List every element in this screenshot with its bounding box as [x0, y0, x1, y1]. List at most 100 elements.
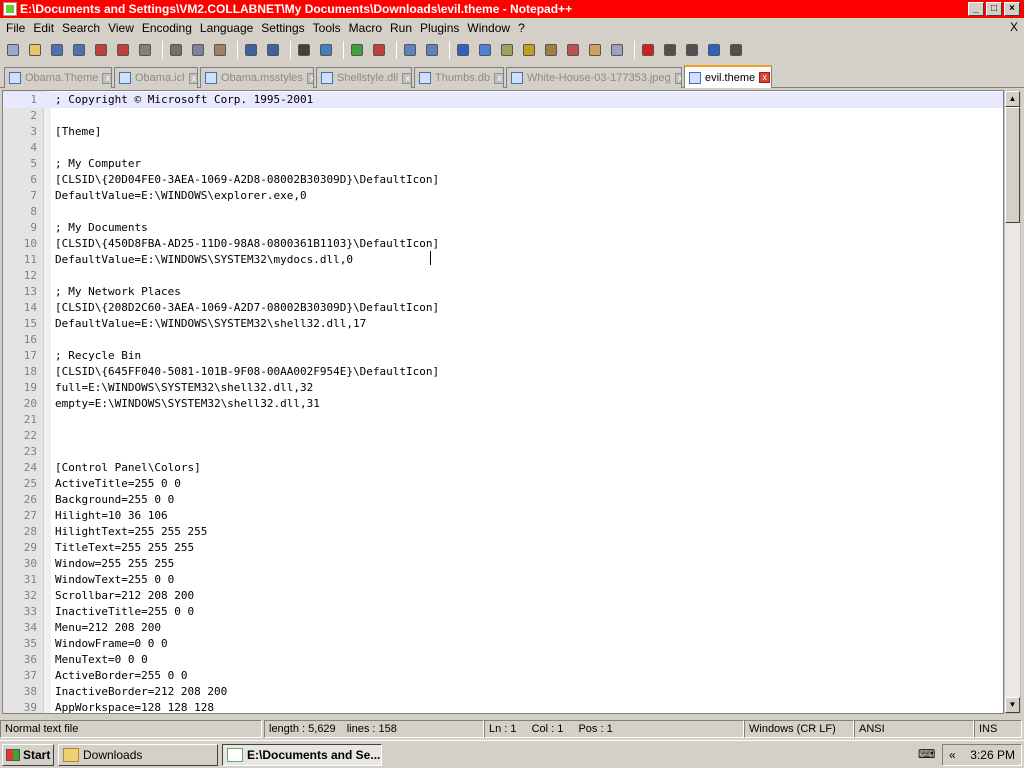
indent-guide-icon[interactable]	[498, 41, 516, 59]
editor-line[interactable]: 4	[3, 140, 1003, 156]
editor-line[interactable]: 19 full=E:\WINDOWS\SYSTEM32\shell32.dll,3…	[3, 380, 1003, 396]
editor-line[interactable]: 25 ActiveTitle=255 0 0	[3, 476, 1003, 492]
menu-plugins[interactable]: Plugins	[416, 21, 463, 35]
editor-line[interactable]: 8	[3, 204, 1003, 220]
menu-edit[interactable]: Edit	[29, 21, 58, 35]
monitor-icon[interactable]	[608, 41, 626, 59]
stop-macro-icon[interactable]	[661, 41, 679, 59]
print-icon[interactable]	[136, 41, 154, 59]
zoom-out-icon[interactable]	[370, 41, 388, 59]
menu-encoding[interactable]: Encoding	[138, 21, 196, 35]
editor-line[interactable]: 32 Scrollbar=212 208 200	[3, 588, 1003, 604]
minimize-button[interactable]: _	[968, 2, 984, 16]
cut-icon[interactable]	[167, 41, 185, 59]
clock[interactable]: 3:26 PM	[970, 748, 1015, 762]
editor-line[interactable]: 29 TitleText=255 255 255	[3, 540, 1003, 556]
zoom-in-icon[interactable]	[348, 41, 366, 59]
menu-window[interactable]: Window	[463, 21, 514, 35]
replace-icon[interactable]	[317, 41, 335, 59]
menu-tools[interactable]: Tools	[309, 21, 345, 35]
menu-search[interactable]: Search	[58, 21, 104, 35]
show-all-chars-icon[interactable]	[476, 41, 494, 59]
editor-line[interactable]: 34 Menu=212 208 200	[3, 620, 1003, 636]
record-macro-icon[interactable]	[639, 41, 657, 59]
menu-language[interactable]: Language	[196, 21, 257, 35]
undo-icon[interactable]	[242, 41, 260, 59]
notepadpp-app-icon[interactable]	[3, 2, 17, 16]
editor-line[interactable]: 5 ; My Computer	[3, 156, 1003, 172]
editor-line[interactable]: 28 HilightText=255 255 255	[3, 524, 1003, 540]
doc-map-icon[interactable]	[542, 41, 560, 59]
tab-obama-icl[interactable]: Obama.icl x	[114, 67, 198, 88]
close-window-button[interactable]: ×	[1004, 2, 1020, 16]
editor-line[interactable]: 10 [CLSID\{450D8FBA-AD25-11D0-98A8-080036…	[3, 236, 1003, 252]
editor-line[interactable]: 7 DefaultValue=E:\WINDOWS\explorer.exe,0	[3, 188, 1003, 204]
paste-icon[interactable]	[211, 41, 229, 59]
editor-line[interactable]: 23	[3, 444, 1003, 460]
maximize-button[interactable]: □	[986, 2, 1002, 16]
editor-line[interactable]: 20 empty=E:\WINDOWS\SYSTEM32\shell32.dll,…	[3, 396, 1003, 412]
tab-close-icon[interactable]: x	[674, 72, 681, 84]
editor-line[interactable]: 14 [CLSID\{208D2C60-3AEA-1069-A2D7-08002B…	[3, 300, 1003, 316]
play-multi-icon[interactable]	[705, 41, 723, 59]
editor-line[interactable]: 9 ; My Documents	[3, 220, 1003, 236]
menu-help[interactable]: ?	[514, 21, 529, 35]
tab-white-house-jpeg[interactable]: White-House-03-177353.jpeg x	[506, 67, 682, 88]
status-eol[interactable]: Windows (CR LF)	[744, 720, 854, 738]
save-macro-icon[interactable]	[727, 41, 745, 59]
tab-close-icon[interactable]: x	[402, 72, 411, 84]
tab-close-icon[interactable]: x	[188, 72, 197, 84]
close-icon[interactable]	[92, 41, 110, 59]
editor-line[interactable]: 13 ; My Network Places	[3, 284, 1003, 300]
menu-view[interactable]: View	[104, 21, 138, 35]
new-file-icon[interactable]	[4, 41, 22, 59]
editor-line[interactable]: 3 [Theme]	[3, 124, 1003, 140]
tab-obama-theme[interactable]: Obama.Theme x	[4, 67, 112, 88]
tab-close-icon[interactable]: x	[494, 72, 503, 84]
editor-line[interactable]: 18 [CLSID\{645FF040-5081-101B-9F08-00AA00…	[3, 364, 1003, 380]
copy-icon[interactable]	[189, 41, 207, 59]
vertical-scrollbar[interactable]: ▲ ▼	[1004, 90, 1021, 714]
menu-macro[interactable]: Macro	[345, 21, 386, 35]
editor-line[interactable]: 36 MenuText=0 0 0	[3, 652, 1003, 668]
editor-line[interactable]: 37 ActiveBorder=255 0 0	[3, 668, 1003, 684]
save-all-icon[interactable]	[70, 41, 88, 59]
taskbar-item-downloads[interactable]: Downloads	[58, 744, 218, 766]
taskbar-item-notepadpp[interactable]: E:\Documents and Se...	[222, 744, 382, 766]
word-wrap-icon[interactable]	[454, 41, 472, 59]
play-macro-icon[interactable]	[683, 41, 701, 59]
editor-line[interactable]: 17 ; Recycle Bin	[3, 348, 1003, 364]
menu-file[interactable]: File	[2, 21, 29, 35]
open-file-icon[interactable]	[26, 41, 44, 59]
sync-v-icon[interactable]	[401, 41, 419, 59]
editor-line[interactable]: 11 DefaultValue=E:\WINDOWS\SYSTEM32\mydoc…	[3, 252, 1003, 268]
close-document-button[interactable]: X	[1010, 20, 1018, 34]
tab-shellstyle-dll[interactable]: Shellstyle.dll x	[316, 67, 412, 88]
editor-line[interactable]: 1 ; Copyright © Microsoft Corp. 1995-2001	[3, 92, 1003, 108]
tab-close-icon[interactable]: x	[759, 72, 771, 83]
folder-workspace-icon[interactable]	[586, 41, 604, 59]
editor-line[interactable]: 39 AppWorkspace=128 128 128	[3, 700, 1003, 713]
editor-line[interactable]: 33 InactiveTitle=255 0 0	[3, 604, 1003, 620]
editor-line[interactable]: 26 Background=255 0 0	[3, 492, 1003, 508]
tab-obama-msstyles[interactable]: Obama.msstyles x	[200, 67, 314, 88]
close-all-icon[interactable]	[114, 41, 132, 59]
editor-line[interactable]: 22	[3, 428, 1003, 444]
editor-line[interactable]: 21	[3, 412, 1003, 428]
menu-run[interactable]: Run	[386, 21, 416, 35]
save-icon[interactable]	[48, 41, 66, 59]
tab-evil-theme[interactable]: evil.theme x	[684, 65, 772, 88]
scroll-thumb[interactable]	[1005, 107, 1020, 223]
find-icon[interactable]	[295, 41, 313, 59]
editor-line[interactable]: 2	[3, 108, 1003, 124]
editor-line[interactable]: 27 Hilight=10 36 106	[3, 508, 1003, 524]
function-list-icon[interactable]	[564, 41, 582, 59]
tab-close-icon[interactable]: x	[102, 72, 111, 84]
editor-line[interactable]: 38 InactiveBorder=212 208 200	[3, 684, 1003, 700]
text-editor[interactable]: 1 ; Copyright © Microsoft Corp. 1995-2001…	[2, 90, 1004, 714]
sync-h-icon[interactable]	[423, 41, 441, 59]
editor-line[interactable]: 31 WindowText=255 0 0	[3, 572, 1003, 588]
editor-line[interactable]: 15 DefaultValue=E:\WINDOWS\SYSTEM32\shell…	[3, 316, 1003, 332]
redo-icon[interactable]	[264, 41, 282, 59]
udl-icon[interactable]	[520, 41, 538, 59]
